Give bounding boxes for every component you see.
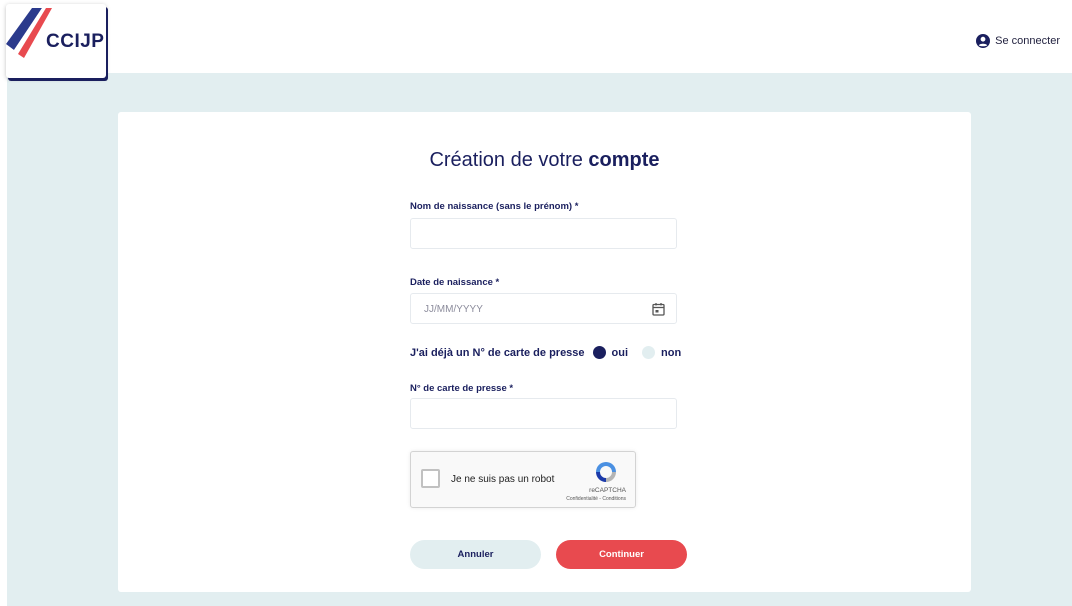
birth-date-label: Date de naissance * (410, 277, 500, 288)
press-card-question: J'ai déjà un N° de carte de presse (410, 346, 585, 359)
signup-card: Création de votre compte Nom de naissanc… (118, 112, 971, 592)
title-prefix: Création de votre (429, 149, 583, 171)
press-card-number-label: N° de carte de presse * (410, 383, 514, 394)
recaptcha-checkbox[interactable] (421, 469, 440, 488)
radio-yes[interactable] (592, 346, 606, 359)
recaptcha-widget: Je ne suis pas un robot reCAPTCHA Confid… (410, 451, 636, 508)
press-card-radio-group: J'ai déjà un N° de carte de presse oui n… (410, 346, 681, 359)
logo-text: CCIJP (46, 31, 105, 52)
radio-no-label[interactable]: non (661, 347, 681, 359)
birth-date-placeholder: JJ/MM/YYYY (424, 304, 483, 315)
cancel-button[interactable]: Annuler (410, 540, 541, 569)
press-card-number-input[interactable] (410, 398, 677, 429)
user-circle-icon (976, 34, 991, 48)
recaptcha-brand: reCAPTCHA (589, 487, 626, 494)
calendar-icon[interactable] (652, 302, 665, 316)
birth-date-input[interactable]: JJ/MM/YYYY (410, 293, 677, 324)
login-link[interactable]: Se connecter (976, 34, 1060, 48)
recaptcha-links[interactable]: Confidentialité - Conditions (566, 496, 626, 502)
recaptcha-label: Je ne suis pas un robot (451, 474, 555, 485)
recaptcha-icon (596, 462, 616, 482)
birth-name-label: Nom de naissance (sans le prénom) * (410, 201, 579, 212)
header: CCIJP Se connecter (0, 0, 1072, 78)
login-label: Se connecter (995, 35, 1060, 47)
birth-name-input[interactable] (410, 218, 677, 249)
radio-yes-label[interactable]: oui (612, 347, 629, 359)
continue-button[interactable]: Continuer (556, 540, 687, 569)
title-bold: compte (588, 149, 660, 171)
page-title: Création de votre compte (118, 149, 971, 172)
radio-no[interactable] (642, 346, 656, 359)
ccijp-logo[interactable]: CCIJP (6, 4, 106, 78)
